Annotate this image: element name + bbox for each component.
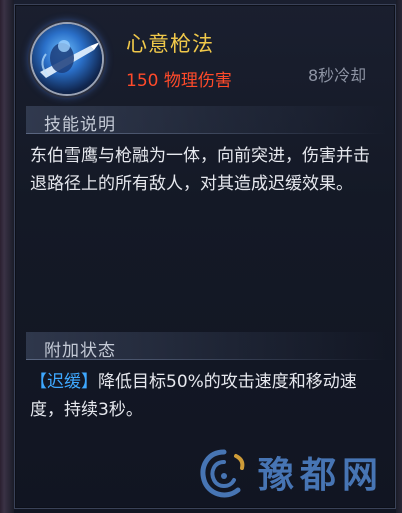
watermark-text: 豫都网: [258, 454, 385, 496]
description-title: 技能说明: [44, 115, 116, 135]
description-header: 技能说明: [26, 106, 386, 135]
right-border-art: [396, 0, 402, 513]
spear-skill-icon: [32, 24, 102, 94]
watermark-logo-icon: [200, 449, 245, 498]
left-border-art: [0, 0, 14, 513]
skill-cooldown: 8秒冷却: [308, 66, 367, 85]
status-title: 附加状态: [44, 341, 116, 361]
watermark: 豫都网: [196, 440, 396, 504]
status-tag: 【迟缓】: [30, 372, 98, 392]
skill-damage: 150 物理伤害: [126, 71, 232, 91]
skill-name: 心意枪法: [126, 32, 214, 56]
skill-tooltip: 心意枪法 150 物理伤害 8秒冷却 技能说明 东伯雪鹰与枪融为一体，向前突进，…: [0, 0, 402, 513]
status-text-block: 【迟缓】降低目标50%的攻击速度和移动速度，持续3秒。: [30, 368, 380, 424]
status-header: 附加状态: [26, 332, 386, 361]
description-text: 东伯雪鹰与枪融为一体，向前突进，伤害并击退路径上的所有敌人，对其造成迟缓效果。: [30, 146, 370, 194]
